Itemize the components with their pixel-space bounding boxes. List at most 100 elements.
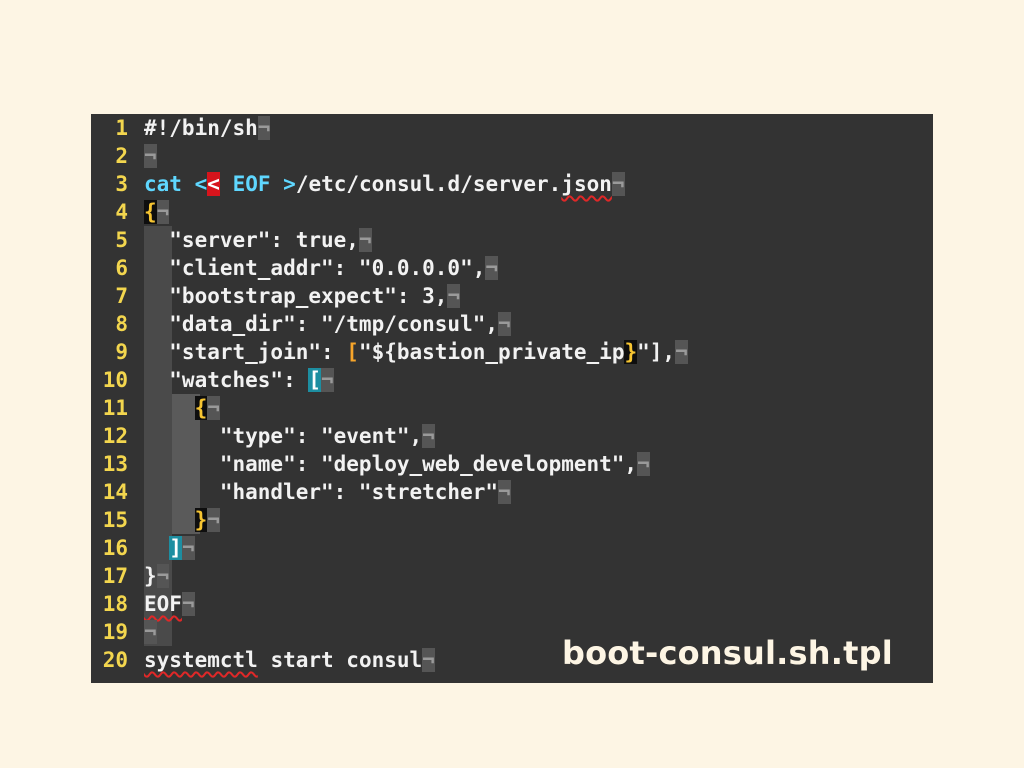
eol-marker: ¬ (207, 508, 220, 532)
eol-marker: ¬ (321, 368, 334, 392)
code-token: < (194, 172, 208, 196)
line-code: "start_join": ["${bastion_private_ip}"],… (144, 338, 688, 366)
code-token: /etc/consul.d/server. (295, 172, 562, 196)
eol-marker: ¬ (498, 480, 511, 504)
line-number: 1 (115, 116, 128, 140)
line-code: ¬ (144, 618, 157, 646)
line-number: 11 (102, 396, 128, 420)
line-code: "handler": "stretcher"¬ (144, 478, 511, 506)
line-number: 9 (115, 340, 128, 364)
code-line[interactable]: 2 ¬ (91, 142, 933, 170)
code-line[interactable]: 14 "handler": "stretcher"¬ (91, 478, 933, 506)
eol-marker: ¬ (156, 564, 170, 588)
line-number: 4 (115, 200, 128, 224)
code-token: "watches": (144, 368, 309, 392)
code-token: "type": "event", (144, 424, 423, 448)
line-number: 3 (115, 172, 128, 196)
code-token: "bootstrap_expect": 3, (144, 284, 448, 308)
code-token: [ (346, 340, 359, 364)
line-code: #!/bin/sh¬ (144, 114, 271, 142)
line-code: "watches": [¬ (144, 366, 334, 394)
line-code: EOF¬ (144, 590, 195, 618)
code-line[interactable]: 7 "bootstrap_expect": 3,¬ (91, 282, 933, 310)
eol-marker: ¬ (675, 340, 688, 364)
code-line[interactable]: 10 "watches": [¬ (91, 366, 933, 394)
code-token: systemctl (144, 648, 258, 672)
code-token: "handler": "stretcher" (144, 480, 499, 504)
eol-marker: ¬ (257, 116, 271, 140)
code-token: start consul (257, 648, 423, 672)
code-line[interactable]: 4 {¬ (91, 198, 933, 226)
line-code: {¬ (144, 198, 170, 226)
eol-marker: ¬ (358, 228, 372, 252)
line-number: 15 (102, 508, 128, 532)
line-number: 14 (102, 480, 128, 504)
code-token: "client_addr": "0.0.0.0", (144, 256, 486, 280)
line-code: }¬ (144, 562, 170, 590)
eol-marker: ¬ (144, 144, 157, 168)
line-code: "server": true,¬ (144, 226, 372, 254)
line-code: ¬ (144, 142, 157, 170)
code-line[interactable]: 11 {¬ (91, 394, 933, 422)
code-token: "name": "deploy_web_development", (144, 452, 638, 476)
code-line[interactable]: 15 }¬ (91, 506, 933, 534)
code-line[interactable]: 6 "client_addr": "0.0.0.0",¬ (91, 254, 933, 282)
code-line[interactable]: 1 #!/bin/sh¬ (91, 114, 933, 142)
line-number: 18 (102, 592, 128, 616)
code-line[interactable]: 3 cat << EOF >/etc/consul.d/server.json¬ (91, 170, 933, 198)
code-editor[interactable]: 1 #!/bin/sh¬ 2 ¬ 3 cat << EOF >/etc/consul.d/… (91, 114, 933, 683)
code-line[interactable]: 17}¬ (91, 562, 933, 590)
code-line[interactable]: 16 ]¬ (91, 534, 933, 562)
code-token: } (144, 564, 157, 588)
eol-marker: ¬ (611, 172, 625, 196)
line-code: "name": "deploy_web_development",¬ (144, 450, 650, 478)
line-number: 8 (115, 312, 128, 336)
code-line[interactable]: 9 "start_join": ["${bastion_private_ip}"… (91, 338, 933, 366)
eol-marker: ¬ (485, 256, 499, 280)
code-line[interactable]: 12 "type": "event",¬ (91, 422, 933, 450)
code-token: "], (637, 340, 676, 364)
code-token: [ (308, 368, 322, 392)
eol-marker: ¬ (207, 396, 220, 420)
eol-marker: ¬ (447, 284, 461, 308)
line-code: ]¬ (144, 534, 195, 562)
code-line[interactable]: 13 "name": "deploy_web_development",¬ (91, 450, 933, 478)
code-token: EOF (232, 172, 271, 196)
eol-marker: ¬ (181, 592, 195, 616)
code-token: ] (169, 536, 182, 560)
code-token: "${bastion_private_ip (358, 340, 625, 364)
line-number: 20 (102, 648, 128, 672)
code-token: { (144, 200, 157, 224)
eol-marker: ¬ (422, 424, 435, 448)
line-number: 7 (115, 284, 128, 308)
line-number: 17 (102, 564, 128, 588)
line-number: 19 (102, 620, 128, 644)
code-token: EOF (144, 592, 182, 616)
code-token: "server": true, (144, 228, 359, 252)
line-number: 13 (102, 452, 128, 476)
code-line[interactable]: 5 "server": true,¬ (91, 226, 933, 254)
line-code: cat << EOF >/etc/consul.d/server.json¬ (144, 170, 625, 198)
line-code: }¬ (144, 506, 220, 534)
eol-marker: ¬ (422, 648, 435, 672)
code-token: { (194, 396, 208, 420)
line-number: 12 (102, 424, 128, 448)
line-number: 6 (115, 256, 128, 280)
eol-marker: ¬ (181, 536, 195, 560)
line-number: 2 (115, 144, 128, 168)
eol-marker: ¬ (498, 312, 511, 336)
code-line[interactable]: 18 EOF¬ (91, 590, 933, 618)
code-token: json (561, 172, 612, 196)
code-token: } (624, 340, 638, 364)
code-token: #!/bin/sh (144, 116, 258, 140)
line-number: 16 (102, 536, 128, 560)
code-line[interactable]: 8 "data_dir": "/tmp/consul",¬ (91, 310, 933, 338)
code-token: "data_dir": "/tmp/consul", (144, 312, 499, 336)
code-token: "start_join": (144, 340, 347, 364)
